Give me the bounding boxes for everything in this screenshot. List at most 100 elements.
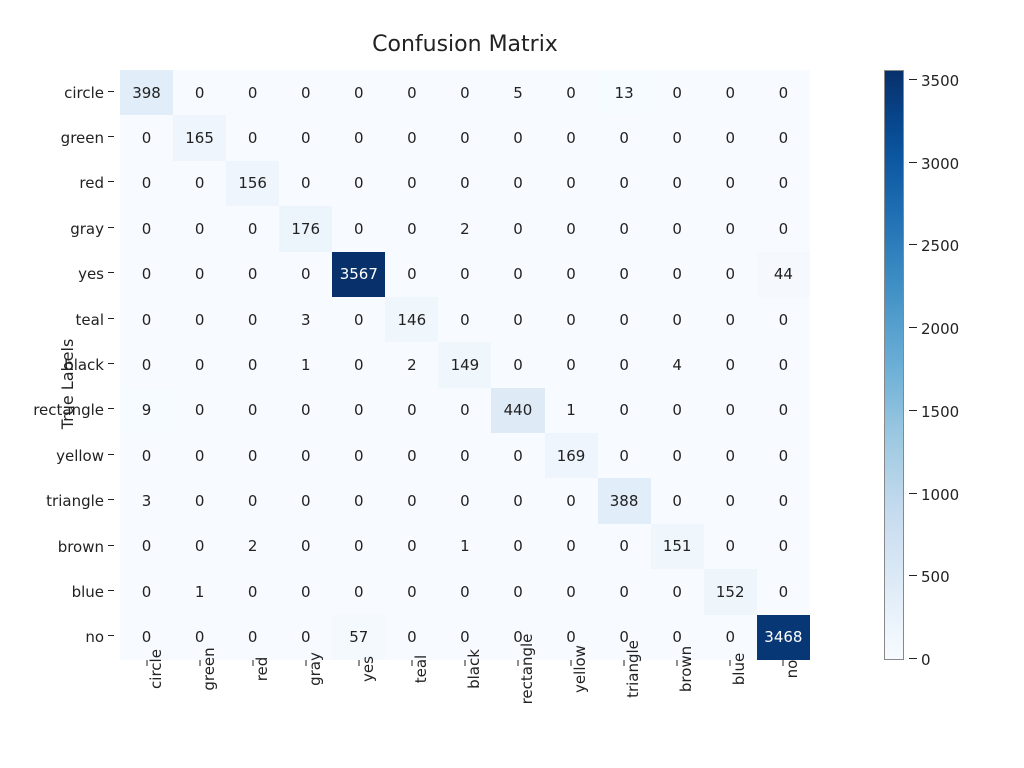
heatmap-cell: 0 [438, 115, 491, 160]
colorbar-tick: 3500 [909, 72, 959, 90]
tick-mark [909, 410, 917, 411]
y-tick-label: circle [64, 84, 104, 102]
heatmap-cell: 0 [757, 388, 810, 433]
heatmap-cell: 0 [704, 115, 757, 160]
heatmap-cell: 3567 [332, 252, 385, 297]
heatmap-cell: 0 [226, 433, 279, 478]
heatmap-cell: 0 [385, 433, 438, 478]
x-tick-label: blue [730, 651, 748, 685]
heatmap-cell: 3468 [757, 615, 810, 661]
heatmap-cell: 0 [332, 388, 385, 433]
heatmap-cell: 0 [598, 524, 651, 569]
tick-mark [108, 181, 114, 182]
heatmap-cell: 0 [438, 478, 491, 523]
colorbar-tick: 3000 [909, 155, 959, 173]
heatmap-cell: 3 [279, 297, 332, 342]
heatmap-cell: 0 [651, 70, 704, 115]
y-tick-label: black [64, 356, 104, 374]
colorbar-ticks: 0500100015002000250030003500 [909, 70, 964, 660]
heatmap-cell: 0 [226, 252, 279, 297]
tick-mark [108, 545, 114, 546]
heatmap-cell: 0 [598, 206, 651, 251]
heatmap-cell: 0 [332, 569, 385, 614]
heatmap-cell: 0 [385, 388, 438, 433]
heatmap-cell: 0 [279, 524, 332, 569]
heatmap-cell: 0 [173, 478, 226, 523]
heatmap-cell: 0 [332, 524, 385, 569]
heatmap-cell: 149 [438, 342, 491, 387]
heatmap-cell: 0 [332, 161, 385, 206]
tick-mark [909, 658, 917, 659]
colorbar-tick-label: 2500 [921, 237, 959, 255]
x-tick-label: gray [306, 650, 324, 686]
heatmap-cell: 0 [226, 115, 279, 160]
heatmap-cell: 0 [279, 70, 332, 115]
heatmap-cell: 0 [332, 297, 385, 342]
heatmap-cell: 0 [438, 388, 491, 433]
heatmap-cell: 0 [226, 206, 279, 251]
heatmap-cell: 0 [704, 342, 757, 387]
confusion-matrix-heatmap: 3980000005013000016500000000000001560000… [120, 70, 810, 660]
heatmap-cell: 0 [385, 70, 438, 115]
x-tick-label: yes [359, 654, 377, 682]
heatmap-cell: 0 [757, 70, 810, 115]
heatmap-row: 00003567000000044 [120, 252, 810, 297]
heatmap-cell: 0 [491, 115, 544, 160]
heatmap-row: 016500000000000 [120, 115, 810, 160]
heatmap-cell: 0 [491, 252, 544, 297]
heatmap-cell: 0 [491, 433, 544, 478]
y-tick-label: gray [70, 220, 104, 238]
tick-mark [108, 635, 114, 636]
x-tick-group: circlegreenredgrayyestealblackrectangley… [120, 660, 810, 760]
heatmap-cell: 0 [651, 206, 704, 251]
colorbar-tick: 1500 [909, 403, 959, 421]
heatmap-cell: 0 [545, 252, 598, 297]
heatmap-row: 000176002000000 [120, 206, 810, 251]
heatmap-cell: 0 [545, 342, 598, 387]
heatmap-cell: 0 [438, 569, 491, 614]
heatmap-cell: 0 [651, 115, 704, 160]
heatmap-cell: 0 [598, 569, 651, 614]
tick-mark [108, 91, 114, 92]
heatmap-cell: 0 [651, 433, 704, 478]
y-tick: circle [0, 84, 114, 102]
heatmap-cell: 0 [332, 433, 385, 478]
heatmap-cell: 176 [279, 206, 332, 251]
heatmap-cell: 3 [120, 478, 173, 523]
heatmap-cell: 0 [704, 388, 757, 433]
heatmap-cell: 0 [438, 70, 491, 115]
heatmap-cell: 0 [757, 115, 810, 160]
heatmap-cell: 0 [545, 161, 598, 206]
heatmap-cell: 1 [173, 569, 226, 614]
heatmap-cell: 0 [491, 524, 544, 569]
x-tick-label: brown [677, 644, 695, 692]
heatmap-cell: 1 [279, 342, 332, 387]
heatmap-row: 010000000001520 [120, 569, 810, 614]
tick-mark [909, 575, 917, 576]
y-tick-label: no [85, 628, 104, 646]
y-tick-label: triangle [46, 492, 104, 510]
heatmap-cell: 0 [173, 388, 226, 433]
heatmap-cell: 0 [598, 252, 651, 297]
heatmap-cell: 0 [120, 433, 173, 478]
heatmap-cell: 0 [226, 297, 279, 342]
heatmap-cell: 0 [173, 433, 226, 478]
heatmap-cell: 0 [757, 524, 810, 569]
tick-mark [108, 499, 114, 500]
heatmap-cell: 0 [385, 252, 438, 297]
colorbar-tick-label: 3000 [921, 155, 959, 173]
x-tick-label: black [465, 647, 483, 689]
confusion-matrix-figure: Confusion Matrix True Labels circlegreen… [0, 0, 1024, 768]
heatmap-cell: 0 [757, 161, 810, 206]
heatmap-cell: 0 [120, 297, 173, 342]
heatmap-cell: 0 [279, 478, 332, 523]
heatmap-cell: 146 [385, 297, 438, 342]
heatmap-cell: 0 [385, 524, 438, 569]
colorbar-tick: 2500 [909, 237, 959, 255]
colorbar [884, 70, 904, 660]
heatmap-cell: 2 [438, 206, 491, 251]
heatmap-cell: 0 [226, 388, 279, 433]
heatmap-cell: 0 [491, 342, 544, 387]
tick-mark [108, 272, 114, 273]
heatmap-cell: 0 [704, 252, 757, 297]
